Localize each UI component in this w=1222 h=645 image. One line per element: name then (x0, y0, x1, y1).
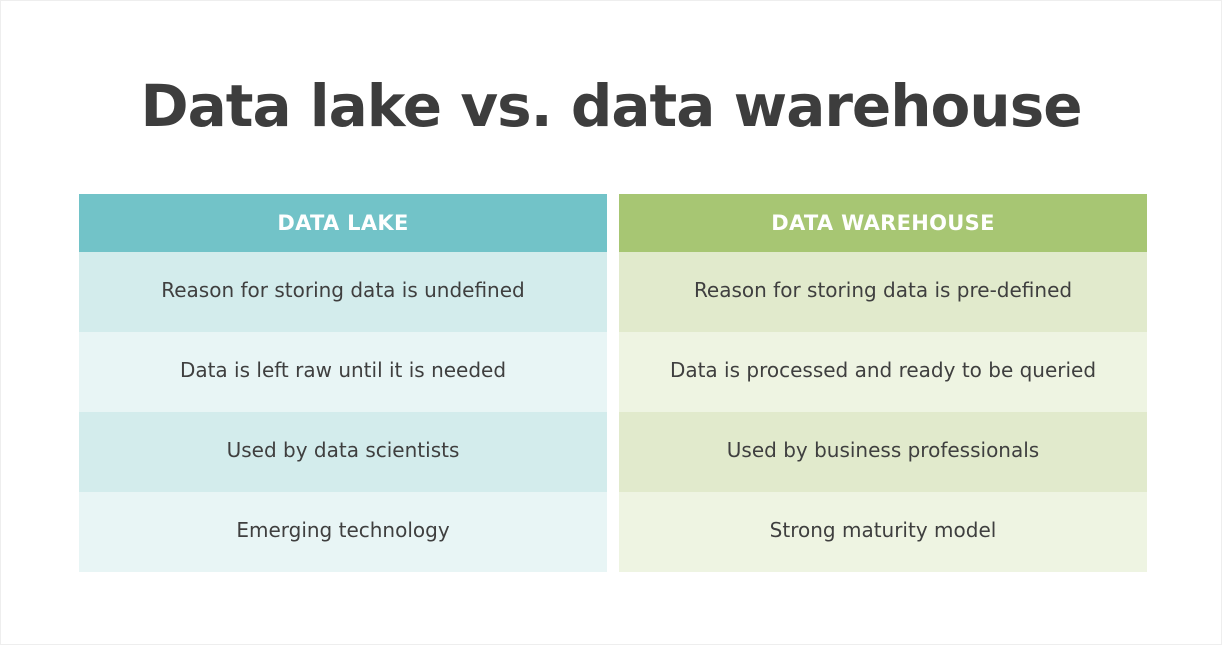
data-lake-row-4: Emerging technology (79, 492, 607, 572)
data-lake-column: DATA LAKE Reason for storing data is und… (79, 194, 607, 572)
data-lake-row-2: Data is left raw until it is needed (79, 332, 607, 412)
data-warehouse-row-3: Used by business professionals (619, 412, 1147, 492)
data-warehouse-row-4: Strong maturity model (619, 492, 1147, 572)
data-lake-header: DATA LAKE (79, 194, 607, 252)
data-warehouse-header: DATA WAREHOUSE (619, 194, 1147, 252)
data-lake-row-3: Used by data scientists (79, 412, 607, 492)
diagram-title: Data lake vs. data warehouse (140, 72, 1082, 140)
data-warehouse-column: DATA WAREHOUSE Reason for storing data i… (619, 194, 1147, 572)
data-lake-row-1: Reason for storing data is undefined (79, 252, 607, 332)
data-warehouse-row-1: Reason for storing data is pre-defined (619, 252, 1147, 332)
data-warehouse-row-2: Data is processed and ready to be querie… (619, 332, 1147, 412)
